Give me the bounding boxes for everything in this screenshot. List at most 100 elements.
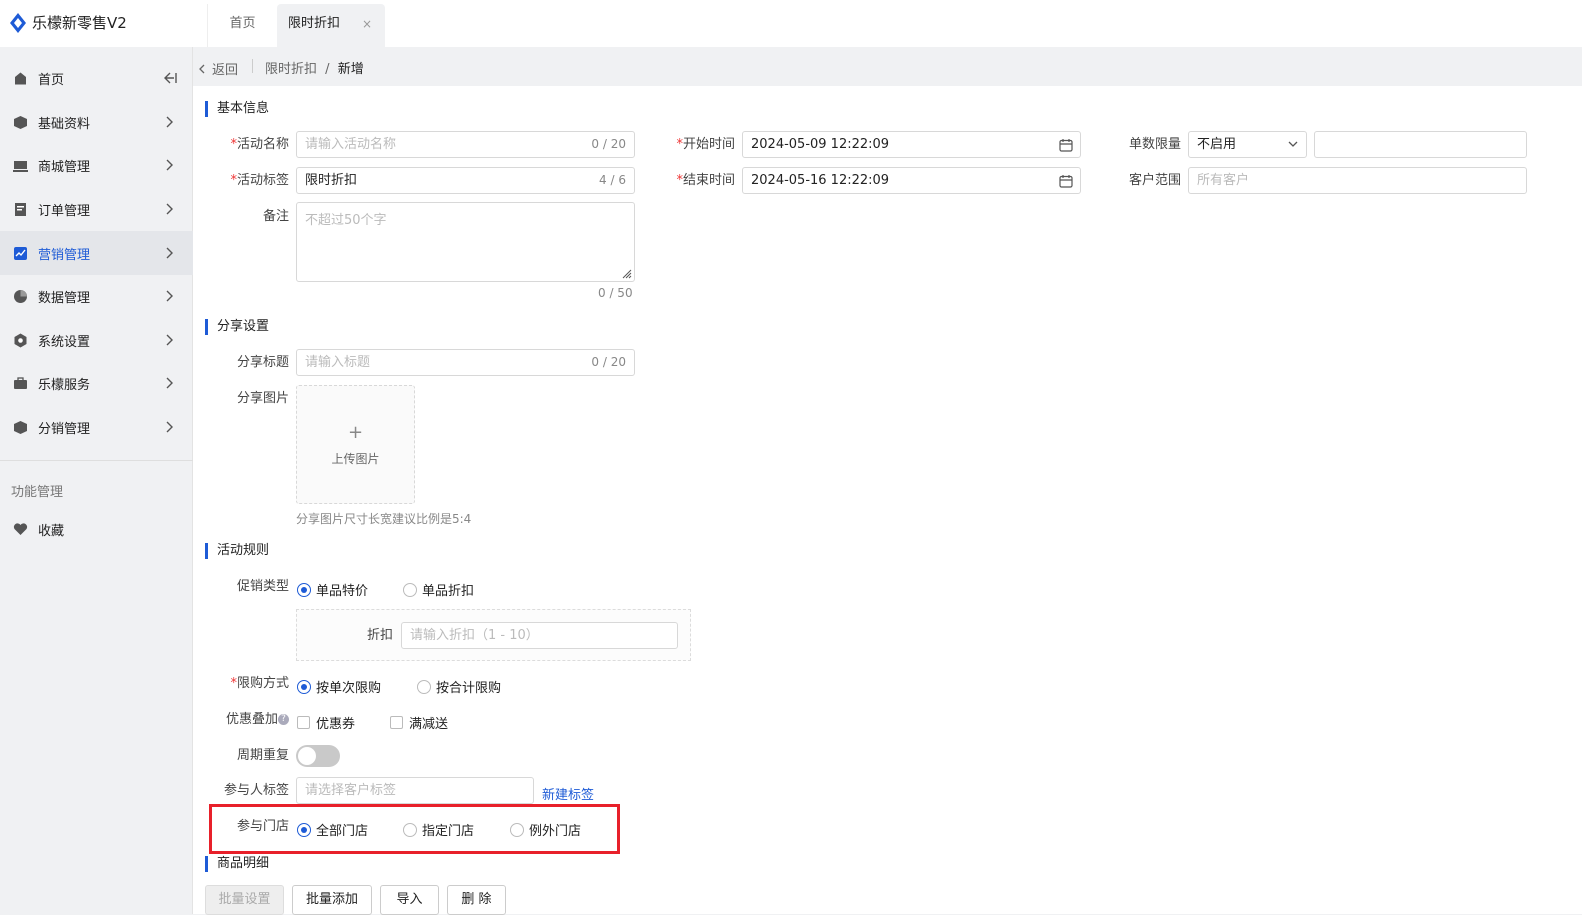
section-title-rules: 活动规则: [205, 543, 269, 559]
customer-scope-input[interactable]: 所有客户: [1188, 167, 1527, 194]
order-limit-value: 不启用: [1197, 137, 1237, 152]
activity-tag-value: 限时折扣: [305, 173, 358, 188]
sidebar-item-distribution[interactable]: 分销管理: [0, 405, 193, 449]
breadcrumb-divider: [252, 59, 253, 73]
chevron-down-icon: [1288, 141, 1298, 147]
resize-handle-icon[interactable]: [621, 268, 632, 279]
activity-tag-input[interactable]: 限时折扣 4 / 6: [296, 167, 635, 194]
checkbox-label: 优惠券: [316, 717, 356, 732]
sidebar-divider: [0, 460, 193, 461]
calendar-icon: [1059, 175, 1073, 188]
activity-name-label: *活动名称: [230, 137, 289, 152]
checkbox-label: 满减送: [409, 717, 449, 732]
help-icon[interactable]: ?: [278, 714, 289, 725]
sidebar-item-basic-data[interactable]: 基础资料: [0, 100, 193, 144]
calendar-icon: [1059, 139, 1073, 152]
store-icon: [13, 160, 28, 172]
radio-label: 按合计限购: [436, 681, 502, 696]
box-icon: [14, 115, 27, 129]
settings-icon: [14, 333, 27, 347]
sidebar-item-store[interactable]: 商城管理: [0, 143, 193, 187]
share-title-label: 分享标题: [236, 355, 289, 370]
sidebar-item-service[interactable]: 乐檬服务: [0, 361, 193, 405]
close-icon[interactable]: ×: [362, 4, 372, 44]
service-icon: [14, 376, 27, 389]
breadcrumb-path: 限时折扣 / 新增: [265, 58, 364, 77]
purchase-limit-radio-total[interactable]: 按合计限购: [417, 677, 501, 696]
discount-label: 折扣: [366, 628, 393, 643]
activity-name-input[interactable]: 请输入活动名称 0 / 20: [296, 131, 635, 158]
sidebar-item-data[interactable]: 数据管理: [0, 274, 193, 318]
breadcrumb-current: 新增: [337, 62, 364, 77]
sidebar-item-home[interactable]: 首页: [0, 56, 193, 100]
purchase-limit-label: *限购方式: [230, 676, 289, 691]
sidebar-item-marketing[interactable]: 营销管理: [0, 231, 193, 275]
member-tag-select[interactable]: 请选择客户标签: [296, 777, 534, 804]
chevron-right-icon: [166, 377, 173, 389]
tab-home[interactable]: 首页: [207, 4, 277, 47]
share-image-label: 分享图片: [236, 391, 289, 406]
batch-add-button[interactable]: 批量添加: [292, 885, 372, 915]
discount-input[interactable]: 请输入折扣（1 - 10）: [401, 622, 678, 649]
share-title-input[interactable]: 请输入标题 0 / 20: [296, 349, 635, 376]
chevron-right-icon: [166, 290, 173, 302]
sidebar-item-label: 基础资料: [38, 116, 91, 132]
stack-checkbox-full-reduction[interactable]: 满减送: [390, 713, 448, 732]
radio-dot: [297, 679, 311, 694]
highlight-box: [209, 804, 620, 854]
remark-label: 备注: [262, 209, 289, 224]
remark-counter: 0 / 50: [598, 286, 633, 300]
promo-type-label: 促销类型: [236, 579, 289, 594]
promo-type-radio-special-price[interactable]: 单品特价: [297, 580, 368, 599]
main-content: 返回 限时折扣 / 新增 基本信息 *活动名称 请输入活动名称 0 / 20 *…: [193, 47, 1582, 914]
sidebar-item-settings[interactable]: 系统设置: [0, 318, 193, 362]
remark-textarea[interactable]: 不超过50个字: [296, 202, 635, 282]
section-title-goods: 商品明细: [205, 856, 269, 872]
end-time-picker[interactable]: 2024-05-16 12:22:09: [742, 167, 1081, 194]
activity-name-placeholder: 请输入活动名称: [305, 137, 397, 152]
char-counter: 4 / 6: [599, 173, 626, 187]
chevron-right-icon: [166, 203, 173, 215]
sidebar-item-label: 首页: [38, 72, 65, 88]
sidebar-item-label: 商城管理: [38, 159, 91, 175]
sidebar-item-label: 分销管理: [38, 421, 91, 437]
sidebar-item-label: 订单管理: [38, 203, 91, 219]
purchase-limit-radio-single[interactable]: 按单次限购: [297, 677, 381, 696]
app-logo[interactable]: 乐檬新零售V2: [10, 12, 127, 33]
end-time-value: 2024-05-16 12:22:09: [751, 173, 890, 188]
breadcrumb-parent[interactable]: 限时折扣: [265, 62, 317, 77]
start-time-label: *开始时间: [676, 137, 735, 152]
chart-icon: [14, 246, 27, 260]
import-button[interactable]: 导入: [380, 885, 439, 915]
delete-button[interactable]: 删 除: [447, 885, 506, 915]
breadcrumb-separator: /: [325, 62, 330, 77]
radio-label: 单品特价: [316, 584, 369, 599]
order-limit-select[interactable]: 不启用: [1188, 131, 1307, 158]
heart-icon: [13, 522, 28, 535]
cycle-repeat-label: 周期重复: [236, 748, 289, 763]
batch-settings-button[interactable]: 批量设置: [205, 885, 284, 915]
new-tag-link[interactable]: 新建标签: [542, 784, 594, 803]
radio-label: 单品折扣: [422, 584, 475, 599]
order-limit-quantity-input[interactable]: [1314, 131, 1527, 158]
upload-image-button[interactable]: + 上传图片: [296, 385, 415, 504]
radio-label: 按单次限购: [316, 681, 382, 696]
char-counter: 0 / 20: [591, 355, 626, 369]
pie-icon: [14, 289, 27, 303]
start-time-picker[interactable]: 2024-05-09 12:22:09: [742, 131, 1081, 158]
stack-checkbox-coupon[interactable]: 优惠券: [297, 713, 355, 732]
tab-flash-discount[interactable]: 限时折扣 ×: [277, 4, 385, 47]
sidebar-item-orders[interactable]: 订单管理: [0, 187, 193, 231]
back-button[interactable]: 返回: [198, 59, 238, 78]
breadcrumb: 返回 限时折扣 / 新增: [193, 47, 1582, 86]
sidebar-item-favorites[interactable]: 收藏: [0, 507, 193, 551]
remark-placeholder: 不超过50个字: [305, 213, 387, 228]
discount-config-box: 折扣 请输入折扣（1 - 10）: [296, 609, 691, 661]
toggle-knob: [298, 747, 316, 765]
chevron-right-icon: [166, 159, 173, 171]
cycle-repeat-toggle[interactable]: [296, 745, 340, 767]
sidebar-group-title: 功能管理: [11, 485, 64, 500]
promo-type-radio-discount[interactable]: 单品折扣: [403, 580, 474, 599]
sidebar: 首页 基础资料 商城管理 订单管理 营销管理 数据管理 系统设置 乐檬服务 分销: [0, 47, 193, 914]
collapse-sidebar-icon[interactable]: [162, 71, 178, 85]
